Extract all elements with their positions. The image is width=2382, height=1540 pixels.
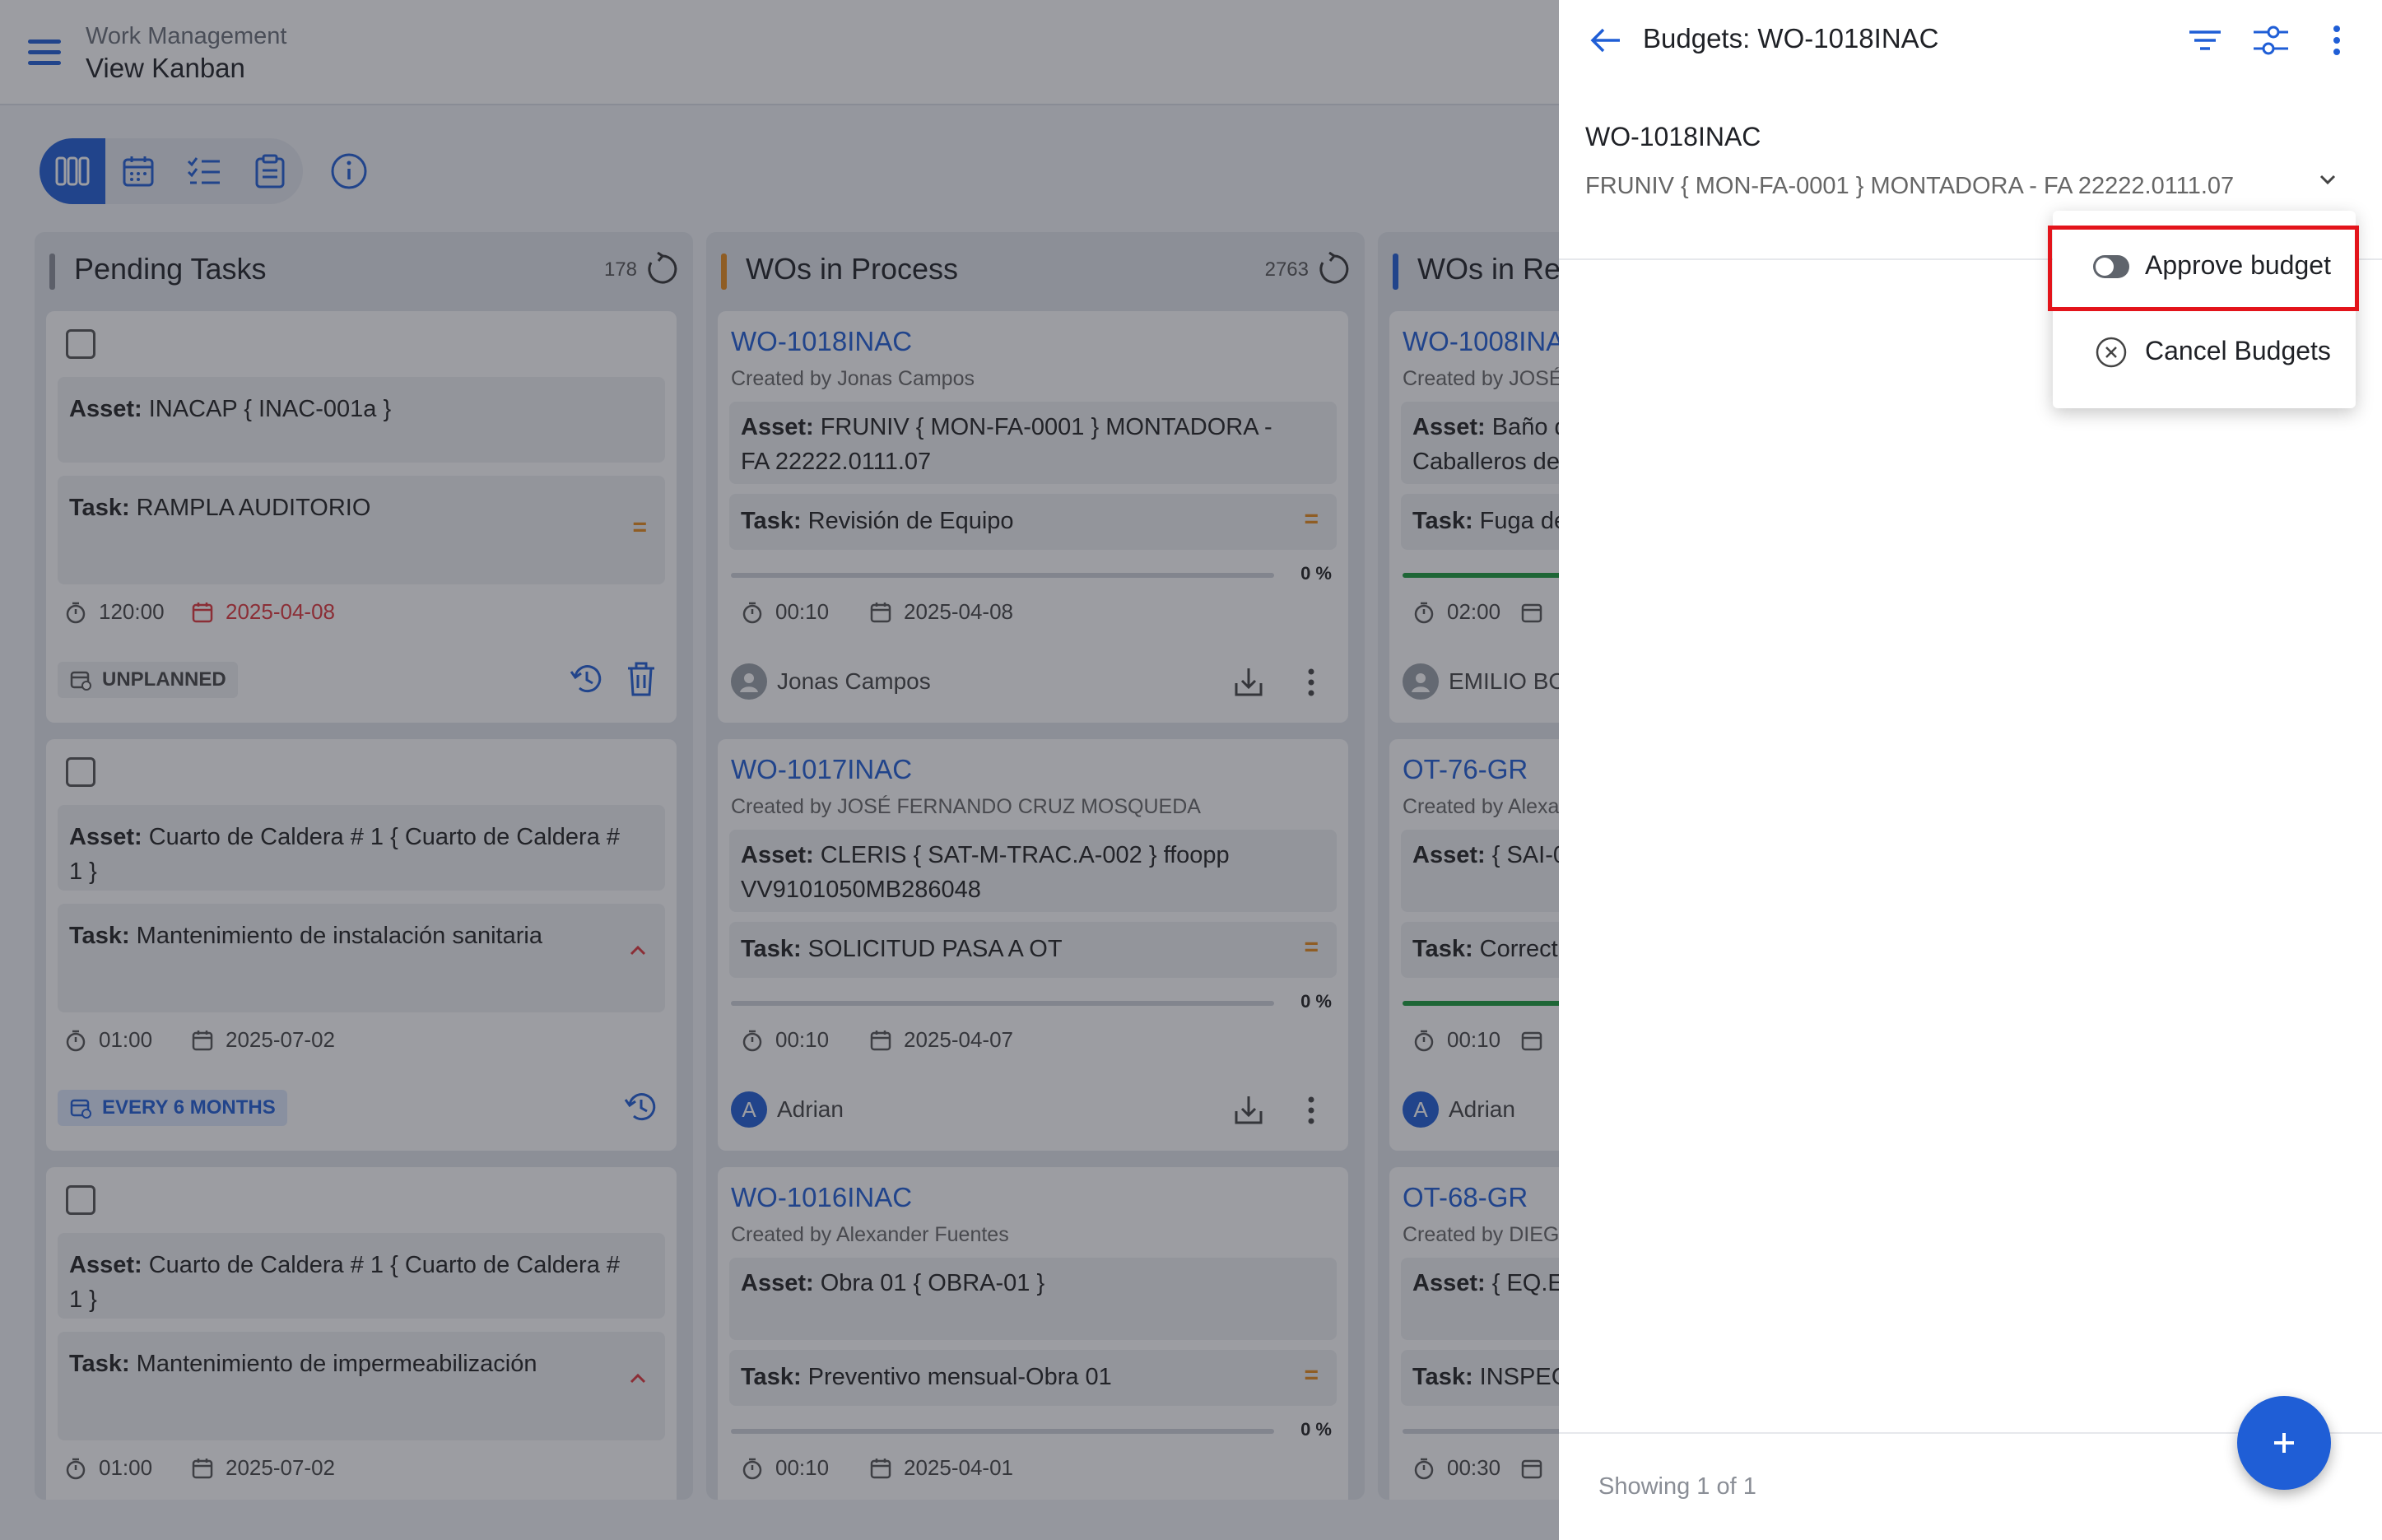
pagination-status: Showing 1 of 1 (1598, 1473, 1756, 1500)
work-order-id: WO-1018INAC (1585, 122, 1761, 151)
modal-backdrop[interactable] (0, 0, 1559, 1540)
cancel-circle-icon (2092, 336, 2130, 369)
chevron-down-icon[interactable] (2311, 163, 2344, 196)
menu-item-label: Cancel Budgets (2145, 336, 2331, 365)
menu-item-cancel-budgets[interactable]: Cancel Budgets (2053, 309, 2356, 395)
highlight-frame (2048, 226, 2359, 311)
work-order-asset: FRUNIV { MON-FA-0001 } MONTADORA - FA 22… (1585, 173, 2235, 199)
plus-icon (2274, 1433, 2294, 1453)
settings-sliders-icon[interactable] (2250, 20, 2291, 61)
back-arrow-icon[interactable] (1585, 20, 1626, 61)
more-vert-icon[interactable] (2316, 20, 2357, 61)
panel-title: Budgets: WO-1018INAC (1643, 23, 1939, 54)
add-budget-button[interactable] (2237, 1396, 2331, 1490)
filter-icon[interactable] (2184, 20, 2226, 61)
